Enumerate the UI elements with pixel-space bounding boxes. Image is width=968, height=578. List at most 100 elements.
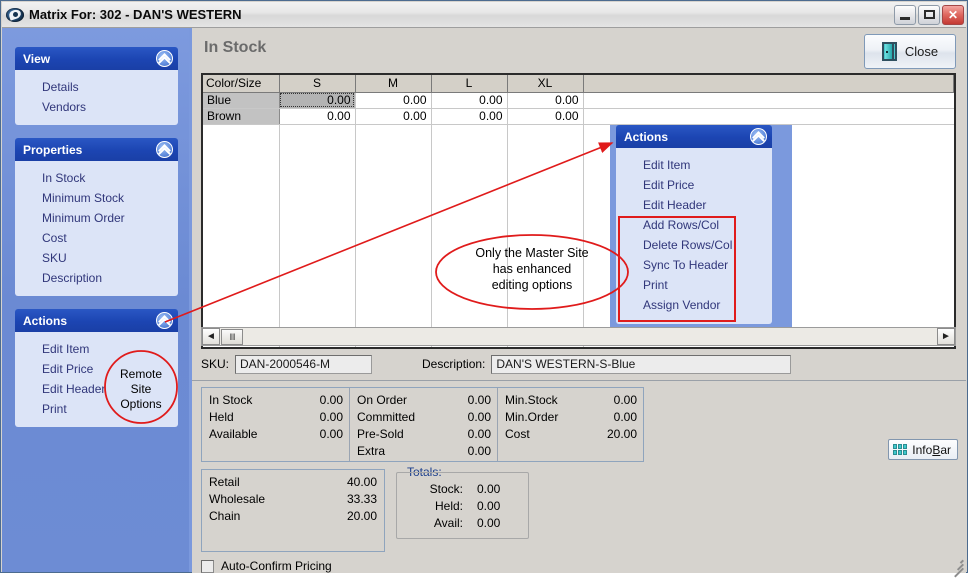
sidebar-panel-view-title: View <box>23 51 51 66</box>
sidebar-panel-properties-title: Properties <box>23 142 83 157</box>
matrix-grid[interactable]: Color/Size S M L XL Blue 0.00 0.00 0.00 … <box>201 73 956 349</box>
sidebar-action-edit-item[interactable]: Edit Item <box>15 339 178 359</box>
matrix-cell-blue-m[interactable]: 0.00 <box>355 92 432 109</box>
sidebar-panel-properties-body: In Stock Minimum Stock Minimum Order Cos… <box>15 161 178 296</box>
grid-squares-icon <box>893 443 908 456</box>
matrix-window: Matrix For: 302 - DAN'S WESTERN ✕ View D… <box>0 0 968 578</box>
sidebar-action-edit-price[interactable]: Edit Price <box>15 359 178 379</box>
stat-committed: Committed 0.00 <box>350 408 497 425</box>
chevron-right-icon: ► <box>941 331 951 342</box>
total-value: 0.00 <box>477 515 501 530</box>
sidebar-item-in-stock[interactable]: In Stock <box>15 168 178 188</box>
action-edit-item[interactable]: Edit Item <box>616 155 772 175</box>
floating-actions-header[interactable]: Actions <box>616 125 772 148</box>
sidebar-item-cost[interactable]: Cost <box>15 228 178 248</box>
chevron-up-icon[interactable] <box>156 312 173 329</box>
table-row[interactable]: Blue 0.00 0.00 0.00 0.00 <box>203 92 954 109</box>
close-button[interactable]: Close <box>864 34 956 69</box>
stat-value: 0.00 <box>613 392 637 407</box>
matrix-horizontal-scrollbar[interactable]: ◄ ‖‖ ► <box>201 327 956 346</box>
scroll-left-button[interactable]: ◄ <box>202 328 220 345</box>
stat-value: 0.00 <box>467 409 491 424</box>
page-title: In Stock <box>204 39 267 56</box>
chevron-up-icon[interactable] <box>750 128 767 145</box>
stat-value: 0.00 <box>467 426 491 441</box>
sidebar-action-print[interactable]: Print <box>15 399 178 419</box>
sidebar-panel-actions: Actions Edit Item Edit Price Edit Header… <box>15 309 178 427</box>
matrix-col-s[interactable]: S <box>279 75 356 93</box>
action-print[interactable]: Print <box>616 275 772 295</box>
sidebar-item-details[interactable]: Details <box>15 77 178 97</box>
matrix-header-row: Color/Size S M L XL <box>203 75 954 93</box>
sidebar-item-minimum-stock[interactable]: Minimum Stock <box>15 188 178 208</box>
matrix-cell-brown-m[interactable]: 0.00 <box>355 108 432 125</box>
matrix-col-colorsize[interactable]: Color/Size <box>203 75 280 93</box>
action-assign-vendor[interactable]: Assign Vendor <box>616 295 772 315</box>
close-window-button[interactable]: ✕ <box>942 4 964 25</box>
table-row[interactable]: Brown 0.00 0.00 0.00 0.00 <box>203 108 954 125</box>
matrix-cell-blue-l[interactable]: 0.00 <box>431 92 508 109</box>
scroll-right-button[interactable]: ► <box>937 328 955 345</box>
stat-in-stock: In Stock 0.00 <box>202 391 349 408</box>
sidebar-action-edit-header[interactable]: Edit Header <box>15 379 178 399</box>
sku-input[interactable]: DAN-2000546-M <box>235 354 373 374</box>
price-label: Chain <box>209 508 241 523</box>
stats-column-orders: On Order 0.00 Committed 0.00 Pre-Sold 0.… <box>350 388 498 461</box>
maximize-button[interactable] <box>918 4 940 25</box>
action-edit-price[interactable]: Edit Price <box>616 175 772 195</box>
stat-extra: Extra 0.00 <box>350 442 497 459</box>
minimize-button[interactable] <box>894 4 916 25</box>
matrix-cell-brown-l[interactable]: 0.00 <box>431 108 508 125</box>
price-chain: Chain 20.00 <box>202 507 384 524</box>
stat-value: 0.00 <box>467 443 491 458</box>
stat-value: 20.00 <box>606 426 637 441</box>
matrix-col-l[interactable]: L <box>431 75 508 93</box>
matrix-cell-brown-xl[interactable]: 0.00 <box>507 108 584 125</box>
sidebar-panel-view-body: Details Vendors <box>15 70 178 125</box>
main-content: In Stock Close Color/Size S M L XL Blue … <box>189 28 966 573</box>
chevron-up-icon[interactable] <box>156 141 173 158</box>
matrix-logo-icon <box>6 6 24 24</box>
action-sync-to-header[interactable]: Sync To Header <box>616 255 772 275</box>
sku-description-row: SKU: DAN-2000546-M Description: DAN'S WE… <box>201 352 956 376</box>
matrix-col-xl[interactable]: XL <box>507 75 584 93</box>
sidebar-item-description[interactable]: Description <box>15 268 178 288</box>
price-value: 33.33 <box>346 491 377 506</box>
sidebar-panel-view: View Details Vendors <box>15 47 178 125</box>
infobar-button[interactable]: InfoBar <box>888 439 958 460</box>
matrix-cell-blue-s[interactable]: 0.00 <box>279 92 356 109</box>
matrix-col-m[interactable]: M <box>355 75 432 93</box>
task-sidebar: View Details Vendors Properties In Stock… <box>2 28 189 572</box>
description-input[interactable]: DAN'S WESTERN-S-Blue <box>491 354 792 374</box>
matrix-row-label-brown[interactable]: Brown <box>203 108 280 125</box>
content-header: In Stock Close <box>192 28 966 73</box>
window-body: View Details Vendors Properties In Stock… <box>2 28 966 573</box>
window-title: Matrix For: 302 - DAN'S WESTERN <box>29 7 242 22</box>
stat-label: Extra <box>357 443 386 458</box>
checkbox-icon[interactable] <box>201 559 214 573</box>
total-label: Held: <box>434 498 463 513</box>
sidebar-item-vendors[interactable]: Vendors <box>15 97 178 117</box>
matrix-cell-brown-empty <box>583 108 954 125</box>
sidebar-panel-actions-header[interactable]: Actions <box>15 309 178 332</box>
matrix-cell-brown-s[interactable]: 0.00 <box>279 108 356 125</box>
action-edit-header[interactable]: Edit Header <box>616 195 772 215</box>
matrix-col-empty <box>583 75 954 93</box>
chevron-up-icon[interactable] <box>156 50 173 67</box>
scrollbar-thumb[interactable]: ‖‖ <box>221 328 243 345</box>
sidebar-panel-properties-header[interactable]: Properties <box>15 138 178 161</box>
action-add-rows-col[interactable]: Add Rows/Col <box>616 215 772 235</box>
close-icon: ✕ <box>947 7 959 22</box>
matrix-cell-blue-xl[interactable]: 0.00 <box>507 92 584 109</box>
matrix-row-label-blue[interactable]: Blue <box>203 92 280 109</box>
sidebar-item-minimum-order[interactable]: Minimum Order <box>15 208 178 228</box>
sidebar-item-sku[interactable]: SKU <box>15 248 178 268</box>
matrix-table: Color/Size S M L XL Blue 0.00 0.00 0.00 … <box>203 75 954 347</box>
total-value: 0.00 <box>477 481 501 496</box>
infobar-label-after: ar <box>940 442 951 457</box>
action-delete-rows-col[interactable]: Delete Rows/Col <box>616 235 772 255</box>
auto-confirm-pricing-checkbox[interactable]: Auto-Confirm Pricing <box>201 559 332 573</box>
price-label: Wholesale <box>209 491 266 506</box>
resize-grip[interactable] <box>950 555 964 578</box>
sidebar-panel-view-header[interactable]: View <box>15 47 178 70</box>
